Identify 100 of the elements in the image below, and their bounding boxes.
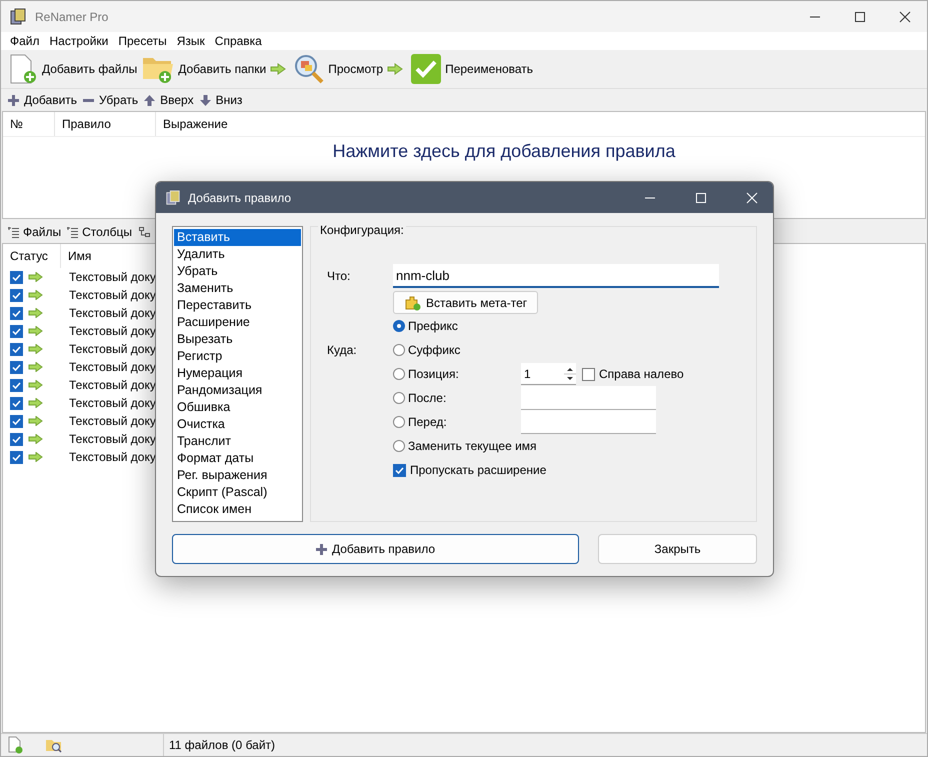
arrow-icon — [270, 63, 286, 75]
column-header[interactable]: Выражение — [156, 112, 925, 136]
table-cell-text: Текстовый доку — [68, 342, 156, 356]
list-icon — [8, 226, 19, 238]
checkbox[interactable] — [10, 288, 23, 302]
list-item[interactable]: Рандомизация — [174, 382, 301, 399]
arrow-icon — [28, 344, 43, 354]
list-item[interactable]: Заменить — [174, 280, 301, 297]
checkbox[interactable] — [10, 450, 23, 464]
rule-list[interactable]: Вставить Удалить Убрать Заменить Переставить Расширение Вырезать Регистр Нумерация Рандомизация Обшивка Очистка Транслит Формат даты Рег. выражения Скрипт (Pascal) Список имен — [172, 226, 303, 522]
puzzle-add-icon — [404, 294, 422, 310]
folder-search-icon[interactable] — [45, 737, 63, 753]
rules-hint[interactable]: Нажмите здесь для добавления правила — [3, 141, 925, 162]
radio-button[interactable]: Перед: — [393, 415, 521, 429]
column-header[interactable]: Имя — [61, 244, 92, 268]
radio-button[interactable]: Заменить текущее имя — [393, 439, 537, 453]
toolbar-button[interactable]: Убрать — [80, 93, 142, 107]
list-item[interactable]: Регистр — [174, 348, 301, 365]
menu-item[interactable]: Язык — [172, 34, 210, 48]
table-cell-text: Текстовый доку — [68, 324, 156, 338]
list-item[interactable]: Расширение — [174, 314, 301, 331]
checkbox-label[interactable]: Справа налево — [599, 367, 684, 381]
tab-icon[interactable] — [138, 226, 150, 238]
checkbox[interactable] — [10, 378, 23, 392]
close-icon[interactable] — [899, 10, 911, 22]
tab[interactable]: Файлы — [5, 225, 64, 239]
arrow-icon — [28, 434, 43, 444]
radio-button[interactable]: После: — [393, 391, 521, 405]
text-field[interactable] — [521, 410, 656, 434]
plus-icon — [316, 544, 327, 554]
arrow-icon — [28, 380, 43, 390]
app-icon — [9, 8, 27, 26]
radio-button[interactable]: Суффикс — [393, 343, 521, 357]
list-item[interactable]: Формат даты — [174, 450, 301, 467]
arrow-up-icon — [144, 94, 156, 106]
checkbox[interactable] — [10, 414, 23, 428]
arrow-icon — [28, 362, 43, 372]
checkbox[interactable] — [393, 464, 406, 476]
radio-button[interactable]: Префикс — [393, 319, 521, 333]
checkbox[interactable] — [10, 396, 23, 410]
toolbar-button[interactable]: Просмотр — [291, 53, 386, 85]
checkbox[interactable] — [10, 432, 23, 446]
menu-item[interactable]: Справка — [210, 34, 267, 48]
list-item[interactable]: Вставить — [174, 229, 301, 246]
window-title: ReNamer Pro — [35, 10, 108, 24]
add-rule-button[interactable]: Добавить правило — [172, 534, 579, 564]
close-button[interactable]: Закрыть — [598, 534, 757, 564]
toolbar-button[interactable]: Вверх — [141, 93, 197, 107]
arrow-icon — [28, 416, 43, 426]
checkbox[interactable] — [582, 368, 595, 380]
plus-icon — [8, 94, 19, 106]
field-label: Куда: — [327, 343, 357, 357]
meta-tag-button[interactable]: Вставить мета-тег — [393, 291, 538, 314]
menu-item[interactable]: Файл — [5, 34, 45, 48]
toolbar-button[interactable]: Переименовать — [408, 53, 536, 85]
checkmark-icon — [410, 53, 442, 85]
list-item[interactable]: Транслит — [174, 433, 301, 450]
list-item[interactable]: Обшивка — [174, 399, 301, 416]
text-field[interactable] — [521, 386, 656, 410]
column-header[interactable]: Правило — [55, 112, 156, 136]
list-item[interactable]: Вырезать — [174, 331, 301, 348]
input-field[interactable]: nnm-club — [393, 264, 719, 288]
list-item[interactable]: Список имен — [174, 501, 301, 518]
arrow-icon — [28, 308, 43, 318]
table-cell-text: Текстовый доку — [68, 288, 156, 302]
menu-item[interactable]: Настройки — [44, 34, 114, 48]
checkbox[interactable] — [10, 270, 23, 284]
table-cell-text: Текстовый доку — [68, 270, 156, 284]
column-header[interactable]: Статус — [3, 244, 61, 268]
checkbox-label[interactable]: Пропускать расширение — [410, 463, 546, 477]
list-item[interactable]: Нумерация — [174, 365, 301, 382]
list-item[interactable]: Удалить — [174, 246, 301, 263]
toolbar-button[interactable]: Добавить папки — [139, 53, 268, 85]
list-item[interactable]: Убрать — [174, 263, 301, 280]
tab[interactable]: Столбцы — [64, 225, 135, 239]
radio-button[interactable]: Позиция: — [393, 367, 521, 381]
number-field[interactable]: 1 — [521, 363, 576, 385]
field-label: Что: — [327, 269, 352, 283]
group-title: Конфигурация: — [318, 223, 406, 237]
list-item[interactable]: Скрипт (Pascal) — [174, 484, 301, 501]
checkbox[interactable] — [10, 306, 23, 320]
toolbar-button[interactable]: Добавить — [5, 93, 80, 107]
list-item[interactable]: Очистка — [174, 416, 301, 433]
table-cell-text: Текстовый доку — [68, 414, 156, 428]
list-item[interactable]: Переставить — [174, 297, 301, 314]
arrow-down-icon — [200, 94, 211, 106]
maximize-icon[interactable] — [854, 10, 866, 22]
file-add-icon[interactable] — [7, 736, 23, 754]
dialog-title: Добавить правило — [188, 190, 292, 204]
checkbox[interactable] — [10, 324, 23, 338]
list-item[interactable]: Рег. выражения — [174, 467, 301, 484]
table-cell-text: Текстовый доку — [68, 432, 156, 446]
column-header[interactable]: № — [3, 112, 55, 136]
arrow-icon — [387, 63, 404, 75]
toolbar-button[interactable]: Добавить файлы — [5, 53, 140, 85]
checkbox[interactable] — [10, 342, 23, 356]
app-icon — [165, 190, 181, 206]
checkbox[interactable] — [10, 360, 23, 374]
toolbar-button[interactable]: Вниз — [196, 93, 246, 107]
menu-item[interactable]: Пресеты — [113, 34, 172, 48]
